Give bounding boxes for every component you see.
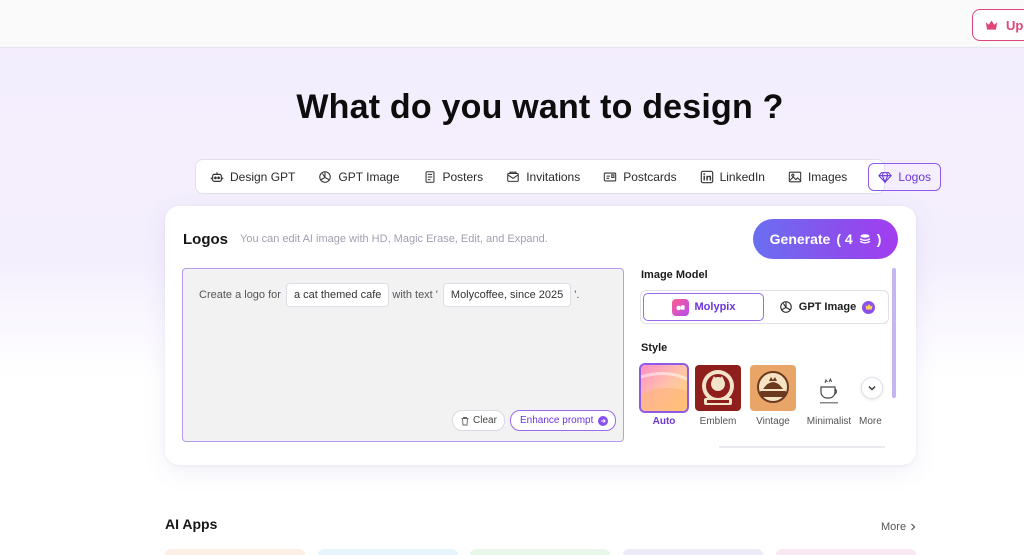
prompt-text: Create a logo for a cat themed cafe with…	[199, 283, 579, 307]
style-thumb-vintage	[750, 365, 796, 411]
tab-posters[interactable]: Posters	[421, 163, 493, 191]
prompt-subject-chip[interactable]: a cat themed cafe	[285, 283, 390, 307]
prompt-middle: with text '	[392, 289, 438, 301]
ai-apps-more-link[interactable]: More	[881, 521, 917, 533]
openai-icon	[319, 170, 332, 183]
card-subtitle: You can edit AI image with HD, Magic Era…	[240, 233, 548, 245]
image-icon	[788, 171, 802, 182]
tab-images[interactable]: Images	[786, 163, 856, 191]
clear-label: Clear	[473, 415, 497, 426]
generate-label: Generate	[769, 231, 831, 247]
card-title: Logos	[183, 231, 228, 248]
postcard-icon	[604, 172, 617, 181]
clear-button[interactable]: Clear	[452, 410, 505, 431]
model-option-gpt-image[interactable]: GPT Image	[766, 293, 888, 321]
openai-icon	[779, 301, 792, 313]
enhance-label: Enhance prompt	[520, 415, 594, 426]
app-card-peek[interactable]	[165, 549, 305, 555]
page-title: What do you want to design ?	[296, 88, 784, 126]
style-thumb-minimalist	[806, 365, 852, 411]
model-option-label: Molypix	[694, 301, 736, 313]
image-model-selector: Molypix GPT Image	[640, 290, 889, 324]
tab-label: Invitations	[526, 169, 581, 184]
crown-badge-icon	[862, 300, 876, 314]
style-option-label: Auto	[652, 416, 676, 427]
style-option-auto[interactable]: Auto	[639, 363, 689, 427]
style-option-label: Minimalist	[806, 416, 852, 427]
crown-icon	[985, 20, 998, 30]
model-option-molypix[interactable]: Molypix	[643, 293, 764, 321]
tab-label: Images	[807, 169, 848, 184]
style-option-label: Vintage	[756, 416, 790, 427]
app-card-peek[interactable]	[623, 549, 763, 555]
tab-gpt-image[interactable]: GPT Image	[316, 163, 408, 191]
tab-label: Postcards	[623, 169, 677, 184]
prompt-text-chip[interactable]: Molycoffee, since 2025	[442, 283, 572, 307]
tab-label: GPT Image	[338, 169, 400, 184]
tab-logos[interactable]: Logos	[868, 162, 942, 191]
divider	[719, 446, 885, 448]
generate-cost: ( 4	[836, 231, 853, 247]
poster-icon	[425, 170, 434, 183]
generate-cost-close: )	[876, 231, 882, 247]
prompt-suffix: '.	[574, 289, 580, 301]
tab-label: Logos	[898, 169, 932, 184]
style-option-minimalist[interactable]: Minimalist	[806, 365, 852, 427]
generate-button[interactable]: Generate ( 4 )	[753, 219, 898, 259]
upgrade-button[interactable]: Upg	[972, 9, 1024, 41]
more-styles-label: More	[859, 416, 882, 427]
prompt-prefix: Create a logo for	[199, 289, 281, 301]
tab-label: LinkedIn	[719, 169, 765, 184]
enhance-prompt-button[interactable]: Enhance prompt	[510, 410, 617, 431]
more-label: More	[881, 521, 907, 533]
envelope-icon	[507, 171, 519, 182]
robot-icon	[210, 171, 224, 182]
style-option-emblem[interactable]: Emblem	[695, 365, 741, 427]
category-tabs: Design GPT GPT Image Posters Invitations…	[195, 159, 942, 194]
tab-label: Posters	[442, 169, 484, 184]
ai-apps-title: AI Apps	[165, 516, 218, 532]
app-card-peek[interactable]	[318, 549, 458, 555]
image-model-label: Image Model	[641, 269, 708, 281]
app-card-peek[interactable]	[470, 549, 610, 555]
top-bar: Upg	[0, 0, 1024, 48]
prompt-editor[interactable]: Create a logo for a cat themed cafe with…	[182, 268, 624, 442]
tab-design-gpt[interactable]: Design GPT	[208, 163, 304, 191]
trash-icon	[461, 416, 469, 425]
upgrade-label: Upg	[1006, 17, 1024, 33]
chevron-right-icon	[911, 523, 916, 531]
tab-postcards[interactable]: Postcards	[601, 163, 685, 191]
molypix-logo-icon	[671, 298, 689, 316]
chevron-down-icon	[868, 386, 876, 391]
settings-scrollbar[interactable]	[892, 268, 896, 398]
more-styles-button[interactable]	[861, 377, 883, 399]
style-option-vintage[interactable]: Vintage	[750, 365, 796, 427]
app-card-peek[interactable]	[776, 549, 916, 555]
logo-generator-card: Logos You can edit AI image with HD, Mag…	[165, 206, 916, 465]
style-thumb-emblem	[695, 365, 741, 411]
style-thumb-auto	[639, 363, 689, 413]
tab-invitations[interactable]: Invitations	[504, 163, 589, 191]
coin-stack-icon	[859, 234, 870, 244]
tab-linkedin[interactable]: LinkedIn	[698, 163, 774, 191]
arrow-circle-icon	[598, 415, 609, 426]
tab-label: Design GPT	[230, 169, 296, 184]
style-option-label: Emblem	[699, 416, 737, 427]
diamond-icon	[878, 171, 893, 184]
style-label: Style	[641, 342, 668, 354]
linkedin-icon	[700, 170, 713, 183]
model-option-label: GPT Image	[798, 301, 857, 313]
